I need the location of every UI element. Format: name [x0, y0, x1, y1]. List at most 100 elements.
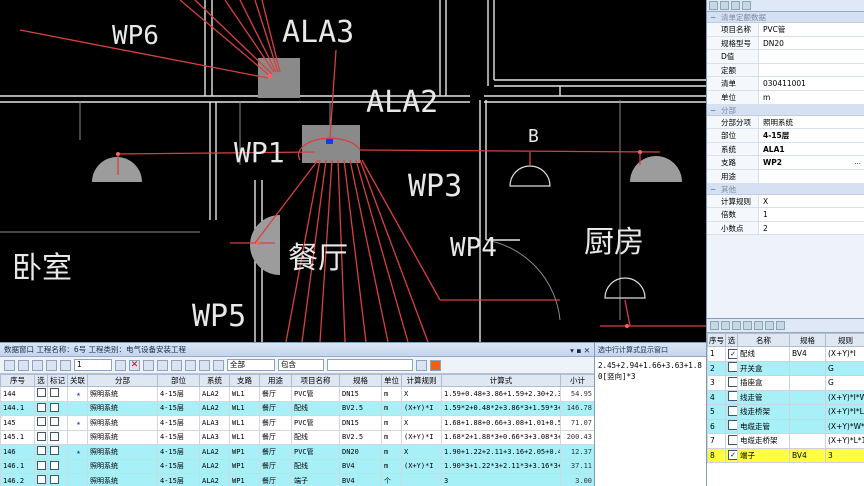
property-row[interactable]: 部位 4-15层: [707, 129, 864, 143]
row-checkbox[interactable]: [47, 429, 68, 445]
sub-cell-rule[interactable]: G: [825, 360, 864, 376]
sub-item-checkbox[interactable]: [725, 389, 738, 405]
cell-sub[interactable]: 37.11: [560, 458, 595, 474]
sub-item-row[interactable]: 7 电缆走桥架 (X+Y)*L*1.0: [707, 433, 864, 449]
sub-cell-rule[interactable]: (X+Y)*L*1.0: [825, 433, 864, 449]
table-row[interactable]: 146.1 照明系统 4-15层 ALA2 WP1 餐厅 配线 BV4 m (X+Y)*I 1.90…: [0, 458, 595, 474]
cell-formula[interactable]: 1.68+1.88+0.66+3.08+1.01+0.5: [441, 415, 561, 431]
sub-cell-id[interactable]: 1: [707, 346, 726, 362]
cell-unit[interactable]: m: [381, 458, 402, 474]
column-header[interactable]: 用途: [259, 374, 292, 387]
more-button[interactable]: ...: [854, 156, 864, 169]
cell-unit[interactable]: m: [381, 386, 402, 402]
property-row[interactable]: 小数点 2: [707, 221, 864, 236]
sub-cell-spec[interactable]: [789, 360, 826, 376]
cell-spec[interactable]: BV4: [339, 458, 382, 474]
cell-unit[interactable]: m: [381, 429, 402, 445]
cell-formula[interactable]: 1.59+0.48+3.86+1.59+2.30+2.3: [441, 386, 561, 402]
filter-icon[interactable]: [143, 359, 154, 371]
sub-cell-rule[interactable]: (X+Y)*I*L: [825, 404, 864, 420]
tool-icon[interactable]: [776, 321, 785, 330]
row-checkbox[interactable]: [34, 415, 48, 431]
row-checkbox[interactable]: [34, 400, 48, 416]
cell-formula[interactable]: 1.90*3+1.22*3+2.11*3+3.16*3+: [441, 458, 561, 474]
sub-column-header[interactable]: 选: [725, 333, 738, 347]
cell-loc[interactable]: 4-15层: [157, 400, 200, 416]
cell-spec[interactable]: BV4: [339, 473, 382, 486]
cell-branch[interactable]: WP1: [229, 458, 260, 474]
link-star-icon[interactable]: [67, 400, 88, 416]
cell-use[interactable]: 餐厅: [259, 473, 292, 486]
cell-formula[interactable]: 1.59*2+0.48*2+3.86*3+1.59*3+: [441, 400, 561, 416]
cell-part[interactable]: 照明系统: [87, 444, 158, 460]
cell-sys[interactable]: ALA2: [199, 386, 230, 402]
property-value[interactable]: [759, 64, 864, 77]
column-header[interactable]: 选: [34, 374, 48, 387]
cell-name[interactable]: 配线: [291, 458, 340, 474]
table-row[interactable]: 146.2 照明系统 4-15层 ALA2 WP1 餐厅 端子 BV4 个 3 3.00: [0, 473, 595, 486]
cell-sub[interactable]: 12.37: [560, 444, 595, 460]
formula-text[interactable]: 2.45+2.94+1.66+3.63+1.80[竖向]*3: [595, 357, 706, 385]
link-star-icon[interactable]: ★: [67, 444, 88, 460]
sub-cell-name[interactable]: 线走桥架: [737, 404, 790, 420]
table-row[interactable]: 145.1 照明系统 4-15层 ALA3 WL1 餐厅 配线 BV2.5 m (X+Y)*I 1.…: [0, 429, 595, 445]
property-row[interactable]: 分部分项 照明系统: [707, 115, 864, 130]
cell-part[interactable]: 照明系统: [87, 415, 158, 431]
cell-name[interactable]: 端子: [291, 473, 340, 486]
section-list[interactable]: 清单定额数据: [707, 12, 864, 23]
tool-icon[interactable]: [710, 321, 719, 330]
column-header[interactable]: 计算规则: [401, 374, 442, 387]
property-value[interactable]: [759, 170, 864, 183]
cell-sys[interactable]: ALA3: [199, 415, 230, 431]
cell-loc[interactable]: 4-15层: [157, 386, 200, 402]
sub-item-checkbox[interactable]: [725, 418, 738, 434]
cell-id[interactable]: 144: [0, 386, 35, 402]
clear-icon[interactable]: [416, 359, 427, 371]
sub-item-row[interactable]: 5 线走桥架 (X+Y)*I*L: [707, 404, 864, 420]
next-icon[interactable]: [32, 359, 43, 371]
sub-cell-name[interactable]: 插座盒: [737, 375, 790, 391]
cell-spec[interactable]: DN20: [339, 444, 382, 460]
cell-branch[interactable]: WL1: [229, 400, 260, 416]
cell-loc[interactable]: 4-15层: [157, 458, 200, 474]
link-star-icon[interactable]: [67, 458, 88, 474]
column-header[interactable]: 计算式: [441, 374, 561, 387]
cell-branch[interactable]: WP1: [229, 444, 260, 460]
sub-cell-name[interactable]: 电缆走桥架: [737, 433, 790, 449]
match-combo[interactable]: 包含: [278, 359, 324, 371]
cad-drawing[interactable]: WP6 ALA3 ALA2 WP1 WP3 WP4 WP5 B 卧室 餐厅 厨房: [0, 0, 706, 342]
cell-rule[interactable]: X: [401, 386, 442, 402]
sub-item-row[interactable]: 6 电缆走管 (X+Y)*W*1.0: [707, 418, 864, 434]
row-checkbox[interactable]: [47, 386, 68, 402]
sub-item-checkbox[interactable]: [725, 447, 738, 463]
cell-branch[interactable]: WP1: [229, 473, 260, 486]
cell-spec[interactable]: BV2.5: [339, 429, 382, 445]
table-row[interactable]: 144 ★ 照明系统 4-15层 ALA2 WL1 餐厅 PVC管 DN15 m X 1.59+0.4…: [0, 386, 595, 402]
add-icon[interactable]: [115, 359, 126, 371]
cell-branch[interactable]: WL1: [229, 386, 260, 402]
sub-cell-rule[interactable]: (X+Y)*W*1.0: [825, 418, 864, 434]
link-star-icon[interactable]: ★: [67, 415, 88, 431]
cell-rule[interactable]: [401, 473, 442, 486]
column-header[interactable]: 单位: [381, 374, 402, 387]
row-checkbox[interactable]: [34, 458, 48, 474]
cell-name[interactable]: PVC管: [291, 415, 340, 431]
cell-use[interactable]: 餐厅: [259, 415, 292, 431]
cell-loc[interactable]: 4-15层: [157, 473, 200, 486]
table-row[interactable]: 146 ★ 照明系统 4-15层 ALA2 WP1 餐厅 PVC管 DN20 m X 1.90+1.2…: [0, 444, 595, 460]
cell-rule[interactable]: (X+Y)*I: [401, 400, 442, 416]
cell-formula[interactable]: 3: [441, 473, 561, 486]
sub-item-row[interactable]: 4 线走管 (X+Y)*I*W: [707, 389, 864, 405]
column-header[interactable]: 项目名称: [291, 374, 340, 387]
sub-cell-name[interactable]: 电缆走管: [737, 418, 790, 434]
cell-name[interactable]: 配线: [291, 400, 340, 416]
search-input[interactable]: [327, 359, 413, 371]
tool-icon[interactable]: [721, 321, 730, 330]
property-value[interactable]: 4-15层: [759, 129, 864, 142]
property-value[interactable]: 照明系统: [759, 116, 864, 129]
cell-part[interactable]: 照明系统: [87, 458, 158, 474]
column-header[interactable]: 分部: [87, 374, 158, 387]
section-rule[interactable]: 其他: [707, 183, 864, 195]
column-header[interactable]: 规格: [339, 374, 382, 387]
tool-icon[interactable]: [731, 1, 740, 10]
